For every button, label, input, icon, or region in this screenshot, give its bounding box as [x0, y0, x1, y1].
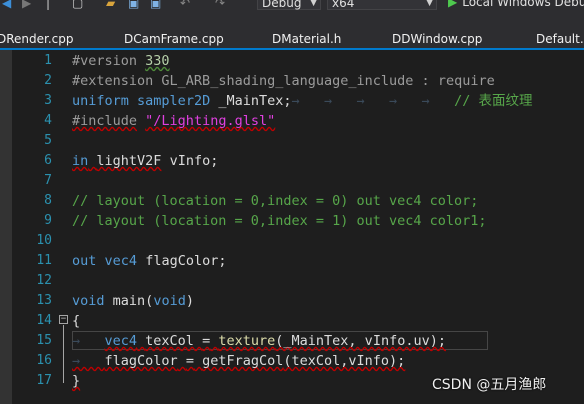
- toolbar: ◀ ▶ | ▢ ▰ ▣ ▣ ↶ ↷ Debug ▼ x64 ▼ ▶ Local W…: [0, 0, 584, 12]
- line-text: #extension GL_ARB_shading_language_inclu…: [72, 73, 495, 89]
- code-line[interactable]: 11 out vec4 flagColor;: [0, 251, 584, 271]
- code-line[interactable]: 4 #include "/Lighting.glsl": [0, 111, 584, 131]
- line-text: out vec4 flagColor;: [72, 253, 227, 269]
- tab-label: DCamFrame.cpp: [124, 32, 224, 46]
- line-number: 14: [36, 313, 52, 328]
- line-text: #include "/Lighting.glsl": [72, 113, 276, 129]
- line-number: 5: [44, 133, 52, 148]
- code-line[interactable]: 1 #version 330: [0, 51, 584, 71]
- open-folder-icon[interactable]: ▰: [106, 0, 115, 10]
- code-line[interactable]: 6 in lightV2F vInfo;: [0, 151, 584, 171]
- line-number: 16: [36, 353, 52, 368]
- line-text: → flagColor = getFragCol(texCol,vInfo);: [72, 353, 406, 369]
- tab-label: DRender.cpp: [0, 32, 74, 46]
- watermark: CSDN @五月渔郎: [432, 377, 547, 393]
- undo-icon[interactable]: ↶: [180, 0, 190, 10]
- chevron-down-icon: ▼: [310, 0, 317, 8]
- collapse-icon[interactable]: −: [59, 315, 68, 324]
- code-line[interactable]: 13 void main(void): [0, 291, 584, 311]
- tab-default[interactable]: Default.v: [536, 30, 584, 48]
- play-icon: ▶: [448, 0, 458, 9]
- toolbar-gap: [0, 12, 584, 30]
- line-number: 13: [36, 293, 52, 308]
- code-line-current[interactable]: 15 → vec4 texCol = texture(_MainTex, vIn…: [0, 331, 584, 351]
- line-number: 11: [36, 253, 52, 268]
- platform-value: x64: [332, 0, 355, 10]
- run-button[interactable]: ▶ Local Windows Debu: [448, 0, 584, 10]
- line-text: in lightV2F vInfo;: [72, 153, 219, 169]
- line-text: // layout (location = 0,index = 0) out v…: [72, 193, 479, 209]
- code-line[interactable]: 2 #extension GL_ARB_shading_language_inc…: [0, 71, 584, 91]
- forward-icon[interactable]: ▶: [22, 0, 31, 10]
- redo-icon[interactable]: ↷: [215, 0, 225, 10]
- line-number: 15: [36, 333, 52, 348]
- line-number: 8: [44, 193, 52, 208]
- new-file-icon[interactable]: ▢: [72, 0, 83, 10]
- line-text: → vec4 texCol = texture(_MainTex, vInfo.…: [72, 333, 446, 349]
- line-number: 2: [44, 73, 52, 88]
- line-number: 3: [44, 93, 52, 108]
- line-number: 12: [36, 273, 52, 288]
- line-text: {: [72, 313, 81, 329]
- document-tabs: DRender.cpp DCamFrame.cpp DMaterial.h DD…: [0, 30, 584, 48]
- save-icon[interactable]: ▣: [128, 0, 139, 10]
- line-text: uniform sampler2D _MainTex;→ → → → → // …: [72, 93, 533, 109]
- line-text: #version 330: [72, 53, 170, 69]
- tab-label: Default.v: [536, 32, 584, 46]
- line-number: 4: [44, 113, 52, 128]
- line-number: 10: [36, 233, 52, 248]
- tab-ddwindow[interactable]: DDWindow.cpp: [392, 30, 482, 48]
- line-number: 9: [44, 213, 52, 228]
- line-text: void main(void): [72, 293, 194, 309]
- chevron-down-icon: ▼: [426, 0, 433, 8]
- code-line[interactable]: 12: [0, 271, 584, 291]
- code-line[interactable]: 10: [0, 231, 584, 251]
- line-text: }: [72, 373, 81, 389]
- platform-dropdown[interactable]: x64 ▼: [327, 0, 437, 10]
- code-line[interactable]: 14 − {: [0, 311, 584, 331]
- code-line[interactable]: 16 → flagColor = getFragCol(texCol,vInfo…: [0, 351, 584, 371]
- separator-icon: |: [46, 0, 51, 10]
- code-line[interactable]: 5: [0, 131, 584, 151]
- code-line[interactable]: 7: [0, 171, 584, 191]
- tab-drender[interactable]: DRender.cpp: [0, 30, 74, 48]
- line-number: 7: [44, 173, 52, 188]
- tab-dcamframe[interactable]: DCamFrame.cpp: [124, 30, 224, 48]
- code-editor[interactable]: 1 #version 330 2 #extension GL_ARB_shadi…: [0, 50, 584, 404]
- line-number: 17: [36, 373, 52, 388]
- tab-label: DDWindow.cpp: [392, 32, 483, 46]
- code-line[interactable]: 8 // layout (location = 0,index = 0) out…: [0, 191, 584, 211]
- configuration-dropdown[interactable]: Debug ▼: [257, 0, 321, 10]
- tab-label: DMaterial.h: [272, 32, 342, 46]
- code-line[interactable]: 3 uniform sampler2D _MainTex;→ → → → → /…: [0, 91, 584, 111]
- save-all-icon[interactable]: ▣: [150, 0, 161, 10]
- line-number: 6: [44, 153, 52, 168]
- configuration-value: Debug: [262, 0, 302, 10]
- line-text: // layout (location = 0,index = 1) out v…: [72, 213, 487, 229]
- code-line[interactable]: 9 // layout (location = 0,index = 1) out…: [0, 211, 584, 231]
- back-icon[interactable]: ◀: [2, 0, 11, 10]
- tab-dmaterial[interactable]: DMaterial.h: [272, 30, 341, 48]
- line-number: 1: [44, 53, 52, 68]
- run-label: Local Windows Debu: [462, 0, 584, 9]
